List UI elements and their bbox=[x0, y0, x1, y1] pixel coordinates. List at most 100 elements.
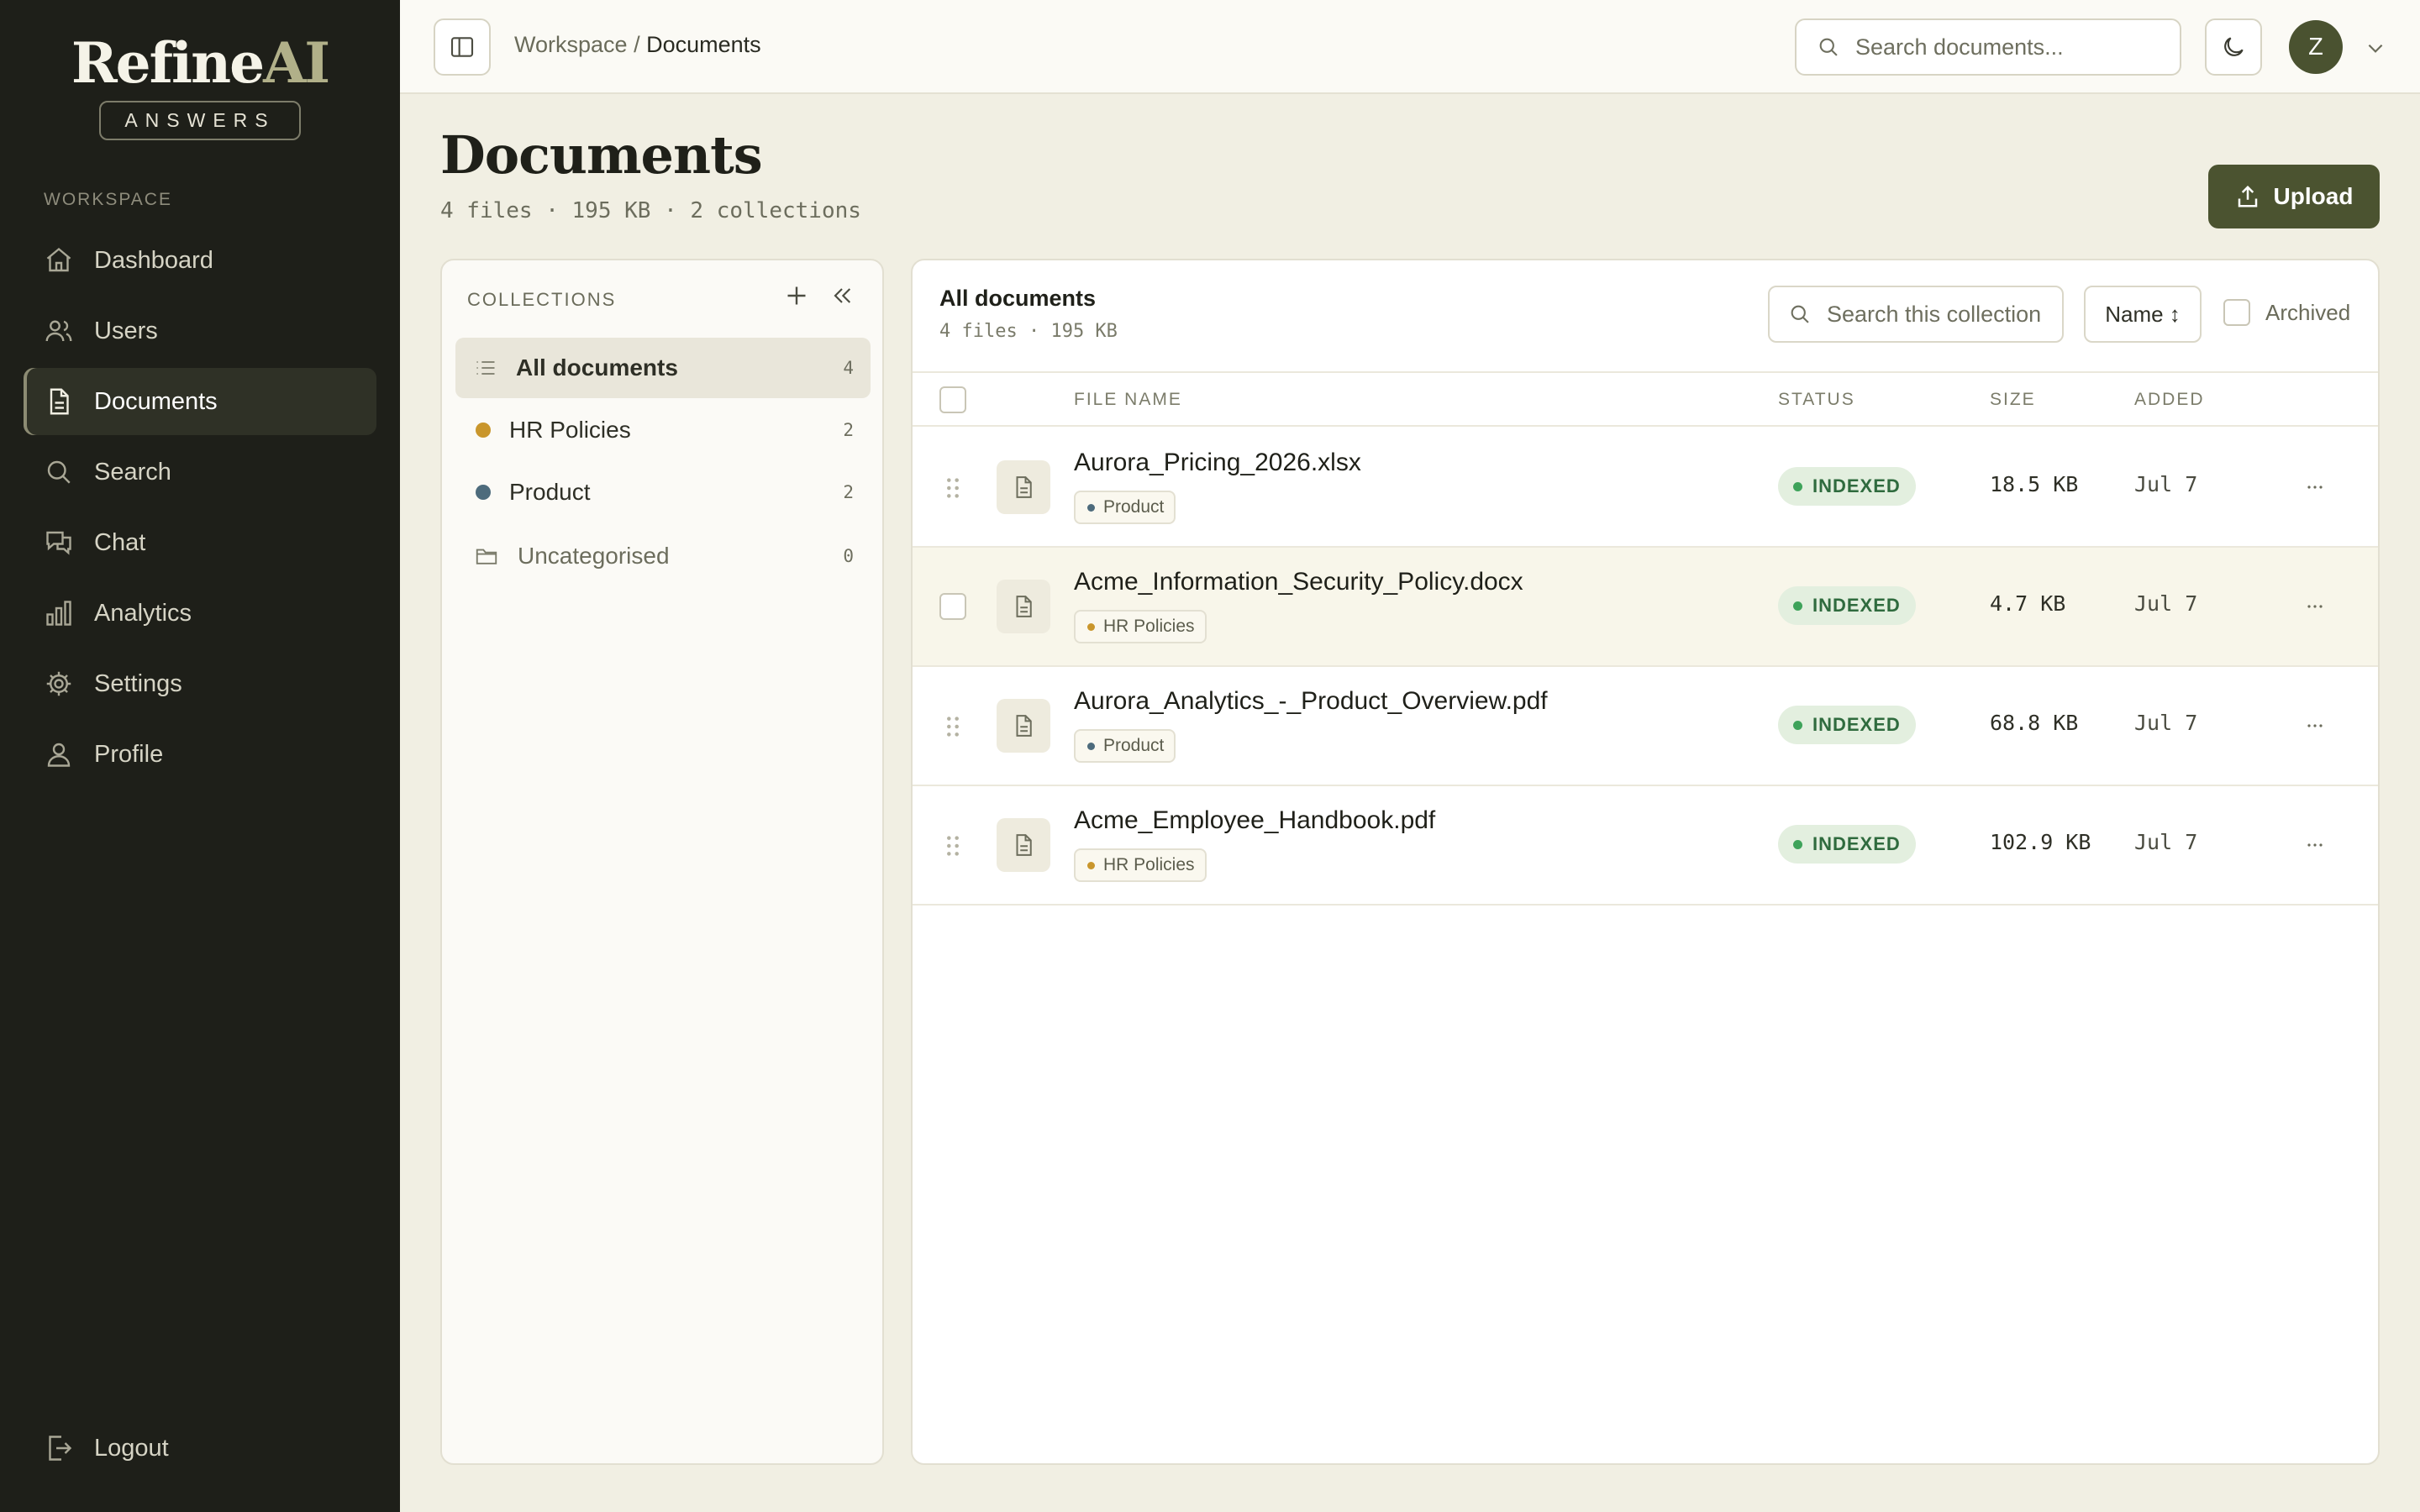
archived-checkbox[interactable] bbox=[2223, 299, 2250, 326]
archived-toggle[interactable]: Archived bbox=[2223, 299, 2350, 326]
collection-item-hr-policies[interactable]: HR Policies 2 bbox=[455, 400, 871, 460]
list-icon bbox=[474, 356, 497, 380]
select-all-checkbox[interactable] bbox=[939, 386, 966, 413]
collection-count: 0 bbox=[843, 546, 854, 566]
logout-icon bbox=[44, 1433, 74, 1463]
table-row[interactable]: Acme_Employee_Handbook.pdf HR Policies I… bbox=[913, 786, 2378, 906]
sidebar-item-analytics[interactable]: Analytics bbox=[24, 580, 376, 647]
collection-tag-label: HR Policies bbox=[1103, 617, 1195, 636]
collapse-panel-button[interactable] bbox=[829, 282, 855, 309]
collection-tag-label: Product bbox=[1103, 736, 1165, 755]
sidebar-item-documents[interactable]: Documents bbox=[24, 368, 376, 435]
logo-tagline: ANSWERS bbox=[99, 101, 301, 140]
sidebar-item-settings[interactable]: Settings bbox=[24, 650, 376, 717]
sidebar-item-chat[interactable]: Chat bbox=[24, 509, 376, 576]
table-row[interactable]: Aurora_Analytics_-_Product_Overview.pdf … bbox=[913, 667, 2378, 786]
collection-color-dot bbox=[476, 485, 491, 500]
file-added-date: Jul 7 bbox=[2134, 830, 2198, 854]
collection-tag-label: Product bbox=[1103, 497, 1165, 517]
chevrons-left-icon bbox=[834, 288, 851, 303]
table-row[interactable]: Aurora_Pricing_2026.xlsx Product INDEXED… bbox=[913, 428, 2378, 548]
sidebar-item-users[interactable]: Users bbox=[24, 297, 376, 365]
collection-label: All documents bbox=[516, 354, 678, 381]
logout-button[interactable]: Logout bbox=[24, 1415, 376, 1482]
column-header-added[interactable]: ADDED bbox=[2134, 390, 2205, 410]
collection-count: 2 bbox=[843, 482, 854, 502]
collection-subtitle: 4 files · 195 KB bbox=[939, 321, 1118, 342]
sidebar-item-label: Chat bbox=[94, 528, 146, 556]
sidebar-item-profile[interactable]: Profile bbox=[24, 721, 376, 788]
sidebar: RefineAI ANSWERS WORKSPACE Dashboard Use… bbox=[0, 0, 400, 1512]
status-badge: INDEXED bbox=[1778, 467, 1916, 506]
drag-handle-icon[interactable] bbox=[944, 833, 961, 858]
collection-item-product[interactable]: Product 2 bbox=[455, 462, 871, 522]
more-options-icon[interactable] bbox=[2302, 716, 2328, 736]
add-collection-button[interactable] bbox=[781, 281, 812, 311]
file-size: 4.7 KB bbox=[1990, 591, 2066, 616]
file-icon bbox=[997, 818, 1050, 872]
documents-panel: All documents 4 files · 195 KB Search th… bbox=[911, 259, 2380, 1465]
status-label: INDEXED bbox=[1812, 475, 1901, 496]
column-header-size[interactable]: SIZE bbox=[1990, 390, 2036, 410]
logo[interactable]: RefineAI ANSWERS bbox=[0, 30, 400, 140]
sidebar-item-dashboard[interactable]: Dashboard bbox=[24, 227, 376, 294]
sidebar-item-search[interactable]: Search bbox=[24, 438, 376, 506]
gear-icon bbox=[44, 669, 74, 699]
avatar[interactable]: Z bbox=[2289, 20, 2343, 74]
more-options-icon[interactable] bbox=[2302, 835, 2328, 855]
folder-icon bbox=[474, 543, 499, 569]
chevron-down-icon[interactable] bbox=[2365, 37, 2386, 59]
sidebar-item-label: Profile bbox=[94, 740, 164, 768]
table-header: FILE NAME STATUS SIZE ADDED bbox=[913, 371, 2378, 427]
logo-wordmark: RefineAI bbox=[71, 30, 330, 96]
sidebar-item-label: Analytics bbox=[94, 599, 192, 627]
collection-label: HR Policies bbox=[509, 417, 631, 443]
home-icon bbox=[44, 245, 74, 276]
theme-toggle-button[interactable] bbox=[2205, 18, 2262, 76]
file-name[interactable]: Aurora_Analytics_-_Product_Overview.pdf bbox=[1074, 687, 1548, 716]
collection-item-uncategorised[interactable]: Uncategorised 0 bbox=[455, 526, 871, 586]
breadcrumb: Workspace / Documents bbox=[514, 32, 761, 58]
collection-tag: HR Policies bbox=[1074, 848, 1207, 882]
column-header-file-name[interactable]: FILE NAME bbox=[1074, 390, 1182, 410]
sidebar-item-label: Users bbox=[94, 317, 158, 344]
sidebar-item-label: Dashboard bbox=[94, 246, 213, 274]
sidebar-item-label: Documents bbox=[94, 387, 218, 415]
page-title: Documents bbox=[440, 124, 763, 186]
file-size: 68.8 KB bbox=[1990, 711, 2079, 735]
breadcrumb-root[interactable]: Workspace bbox=[514, 32, 628, 57]
collection-color-dot bbox=[476, 423, 491, 438]
collection-search-placeholder: Search this collection bbox=[1827, 301, 2042, 327]
search-input[interactable]: Search documents... bbox=[1795, 18, 2181, 76]
moon-icon bbox=[2220, 34, 2247, 60]
file-added-date: Jul 7 bbox=[2134, 591, 2198, 616]
search-icon bbox=[1788, 302, 1812, 326]
upload-label: Upload bbox=[2273, 183, 2354, 209]
upload-button[interactable]: Upload bbox=[2208, 165, 2380, 228]
table-row[interactable]: Acme_Information_Security_Policy.docx HR… bbox=[913, 548, 2378, 667]
column-header-status[interactable]: STATUS bbox=[1778, 390, 1855, 410]
sidebar-section-label: WORKSPACE bbox=[44, 190, 172, 209]
collection-search-input[interactable]: Search this collection bbox=[1768, 286, 2064, 343]
more-options-icon[interactable] bbox=[2302, 596, 2328, 617]
document-icon bbox=[44, 386, 74, 417]
status-badge: INDEXED bbox=[1778, 825, 1916, 864]
users-icon bbox=[44, 316, 74, 346]
drag-handle-icon[interactable] bbox=[944, 475, 961, 501]
collection-item-all-documents[interactable]: All documents 4 bbox=[455, 338, 871, 398]
file-name[interactable]: Acme_Information_Security_Policy.docx bbox=[1074, 568, 1523, 596]
collections-panel: COLLECTIONS All documents 4 HR Policies … bbox=[440, 259, 884, 1465]
bar-chart-icon bbox=[44, 598, 74, 628]
file-name[interactable]: Aurora_Pricing_2026.xlsx bbox=[1074, 449, 1361, 477]
collection-title: All documents bbox=[939, 286, 1097, 311]
sidebar-item-label: Search bbox=[94, 458, 171, 486]
breadcrumb-separator: / bbox=[634, 32, 640, 57]
sidebar-toggle-button[interactable] bbox=[434, 18, 491, 76]
row-checkbox[interactable] bbox=[939, 593, 966, 620]
sort-button[interactable]: Name ↕ bbox=[2084, 286, 2202, 343]
more-options-icon[interactable] bbox=[2302, 477, 2328, 497]
file-name[interactable]: Acme_Employee_Handbook.pdf bbox=[1074, 806, 1435, 835]
drag-handle-icon[interactable] bbox=[944, 714, 961, 739]
sidebar-item-label: Settings bbox=[94, 669, 182, 697]
plus-icon bbox=[787, 286, 806, 305]
